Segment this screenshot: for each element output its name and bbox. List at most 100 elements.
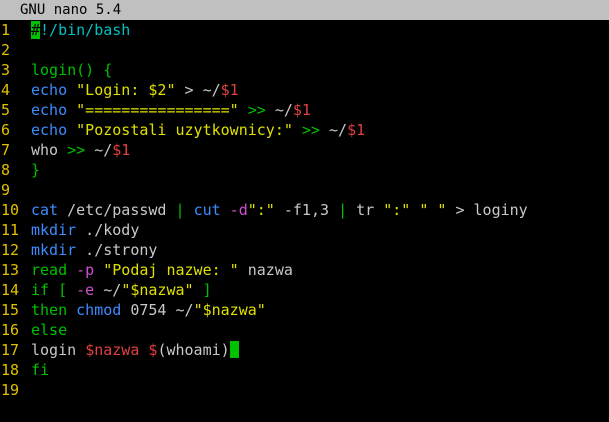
code-token: $1 xyxy=(292,101,311,119)
code-token: $1 xyxy=(220,81,239,99)
code-token: "$nazwa" xyxy=(193,301,266,319)
code-text[interactable]: echo "Login: $2" > ~/$1 xyxy=(22,80,609,100)
line-number: 3 xyxy=(1,61,11,79)
code-token: /etc/passwd xyxy=(58,201,176,219)
line-number: 4 xyxy=(1,81,11,99)
code-token: else xyxy=(31,321,68,339)
code-text[interactable]: cat /etc/passwd | cut -d":" -f1,3 | tr "… xyxy=(22,200,609,220)
code-token: who xyxy=(31,141,68,159)
code-token: read xyxy=(31,261,68,279)
code-token: -p xyxy=(76,261,95,279)
code-text[interactable] xyxy=(22,380,609,400)
editor-text-area[interactable]: 1 #!/bin/bash 2 3 login() { 4 echo "Login: $2"… xyxy=(0,20,609,400)
line-number: 12 xyxy=(1,241,20,259)
code-token: tr xyxy=(347,201,384,219)
code-line[interactable]: 19 xyxy=(0,380,609,400)
code-line[interactable]: 3 login() { xyxy=(0,60,609,80)
code-line[interactable]: 7 who >> ~/$1 xyxy=(0,140,609,160)
code-token: echo xyxy=(31,81,68,99)
code-token: | xyxy=(175,201,185,219)
code-text[interactable]: read -p "Podaj nazwe: " nazwa xyxy=(22,260,609,280)
code-text[interactable]: else xyxy=(22,320,609,340)
code-line[interactable]: 10 cat /etc/passwd | cut -d":" -f1,3 | tr… xyxy=(0,200,609,220)
code-text[interactable]: fi xyxy=(22,360,609,380)
code-token: >> xyxy=(301,121,320,139)
code-line[interactable]: 17 login $nazwa $(whoami) xyxy=(0,340,609,360)
line-number: 17 xyxy=(1,341,20,359)
code-token: nazwa xyxy=(238,261,293,279)
code-line[interactable]: 18 fi xyxy=(0,360,609,380)
code-line[interactable]: 8} xyxy=(0,160,609,180)
line-number: 1 xyxy=(1,21,11,39)
code-token: -f1,3 xyxy=(274,201,339,219)
code-text[interactable]: mkdir ./strony xyxy=(22,240,609,260)
code-token: $1 xyxy=(112,141,131,159)
code-token: then xyxy=(31,301,68,319)
code-line[interactable]: 11 mkdir ./kody xyxy=(0,220,609,240)
code-token: chmod xyxy=(76,301,122,319)
code-line[interactable]: 2 xyxy=(0,40,609,60)
code-line[interactable]: 1 #!/bin/bash xyxy=(0,20,609,40)
code-text[interactable]: if [ -e ~/"$nazwa" ] xyxy=(22,280,609,300)
code-token: "================" xyxy=(76,101,239,119)
code-token: ] xyxy=(202,281,212,299)
code-text[interactable]: login $nazwa $(whoami) xyxy=(22,340,609,360)
code-line[interactable]: 12 mkdir ./strony xyxy=(0,240,609,260)
code-text[interactable]: echo "================" >> ~/$1 xyxy=(22,100,609,120)
code-text[interactable]: echo "Pozostali uzytkownicy:" >> ~/$1 xyxy=(22,120,609,140)
nano-terminal-window: GNU nano 5.4 1 #!/bin/bash 2 3 login() { 4 ech… xyxy=(0,0,609,422)
code-token: echo xyxy=(31,101,68,119)
code-token: cut xyxy=(193,201,221,219)
code-line[interactable]: 9 xyxy=(0,180,609,200)
code-line[interactable]: 13 read -p "Podaj nazwe: " nazwa xyxy=(0,260,609,280)
line-number: 13 xyxy=(1,261,20,279)
code-token: !/bin/bash xyxy=(40,21,131,39)
line-number: 8 xyxy=(1,161,11,179)
code-token: (whoami) xyxy=(157,341,230,359)
line-number: 7 xyxy=(1,141,11,159)
code-token: login xyxy=(31,341,86,359)
code-text[interactable]: #!/bin/bash xyxy=(22,20,609,40)
code-text[interactable]: mkdir ./kody xyxy=(22,220,609,240)
code-text[interactable] xyxy=(22,40,609,60)
code-token: 0754 ~/ xyxy=(121,301,194,319)
code-line[interactable]: 14 if [ -e ~/"$nazwa" ] xyxy=(0,280,609,300)
code-token: "$nazwa" xyxy=(121,281,194,299)
code-line[interactable]: 6 echo "Pozostali uzytkownicy:" >> ~/$1 xyxy=(0,120,609,140)
code-token: mkdir xyxy=(31,221,77,239)
code-token: -d xyxy=(229,201,248,219)
line-number: 14 xyxy=(1,281,20,299)
code-line[interactable]: 5 echo "================" >> ~/$1 xyxy=(0,100,609,120)
code-token: # xyxy=(31,21,41,39)
code-text[interactable] xyxy=(22,180,609,200)
code-token: > ~/ xyxy=(175,81,221,99)
code-line[interactable]: 4 echo "Login: $2" > ~/$1 xyxy=(0,80,609,100)
code-token: mkdir xyxy=(31,241,77,259)
code-text[interactable]: } xyxy=(22,160,609,180)
line-number: 18 xyxy=(1,361,20,379)
code-token: fi xyxy=(31,361,50,379)
code-token: "Pozostali uzytkownicy:" xyxy=(76,121,293,139)
code-line[interactable]: 15 then chmod 0754 ~/"$nazwa" xyxy=(0,300,609,320)
line-number: 15 xyxy=(1,301,20,319)
line-number: 2 xyxy=(1,41,11,59)
code-line[interactable]: 16 else xyxy=(0,320,609,340)
nano-title-bar: GNU nano 5.4 xyxy=(0,0,609,20)
code-token: $nazwa xyxy=(85,341,140,359)
line-number: 11 xyxy=(1,221,20,239)
code-token: if [ xyxy=(31,281,68,299)
code-text[interactable]: login() { xyxy=(22,60,609,80)
code-token: "Podaj nazwe: " xyxy=(103,261,239,279)
code-token: "Login: $2" xyxy=(76,81,176,99)
code-text[interactable]: then chmod 0754 ~/"$nazwa" xyxy=(22,300,609,320)
code-text[interactable]: who >> ~/$1 xyxy=(22,140,609,160)
code-token: ./strony xyxy=(76,241,158,259)
code-token: > loginy xyxy=(446,201,528,219)
app-title: GNU nano 5.4 xyxy=(20,2,122,18)
